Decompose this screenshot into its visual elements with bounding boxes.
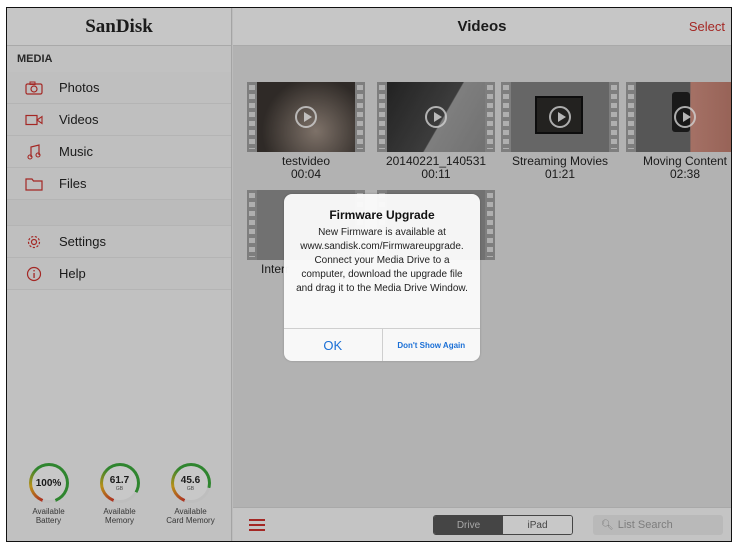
- dont-show-again-button[interactable]: Don't Show Again: [383, 329, 481, 361]
- dialog-buttons: OK Don't Show Again: [284, 328, 480, 361]
- ok-button[interactable]: OK: [284, 329, 383, 361]
- firmware-upgrade-dialog: Firmware Upgrade New Firmware is availab…: [284, 194, 480, 361]
- app-window: SanDisk MEDIA Photos Videos Music Files: [6, 7, 732, 542]
- dialog-message: New Firmware is available at www.sandisk…: [296, 227, 468, 294]
- dialog-title: Firmware Upgrade: [329, 208, 435, 222]
